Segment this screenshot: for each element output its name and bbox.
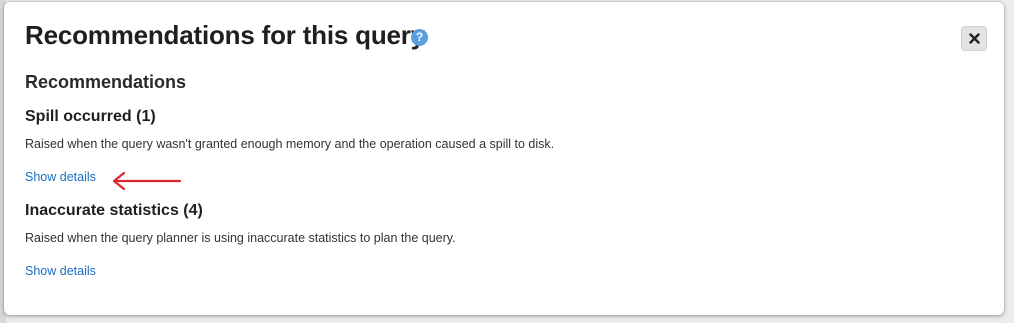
recommendation-title-spill: Spill occurred (1) bbox=[25, 108, 156, 125]
close-button[interactable] bbox=[961, 26, 987, 51]
show-details-link-spill[interactable]: Show details bbox=[25, 170, 96, 184]
help-icon[interactable]: ? bbox=[411, 29, 428, 46]
recommendation-title-statistics: Inaccurate statistics (4) bbox=[25, 202, 203, 219]
show-details-link-statistics[interactable]: Show details bbox=[25, 264, 96, 278]
recommendation-description-spill: Raised when the query wasn't granted eno… bbox=[25, 137, 555, 151]
close-icon bbox=[969, 33, 980, 44]
dialog-title: Recommendations for this query bbox=[25, 20, 425, 50]
annotation-arrow bbox=[112, 171, 182, 191]
recommendation-description-statistics: Raised when the query planner is using i… bbox=[25, 231, 456, 245]
section-heading: Recommendations bbox=[25, 72, 187, 92]
recommendations-dialog: Recommendations for this query ? Recomme… bbox=[4, 2, 1004, 315]
